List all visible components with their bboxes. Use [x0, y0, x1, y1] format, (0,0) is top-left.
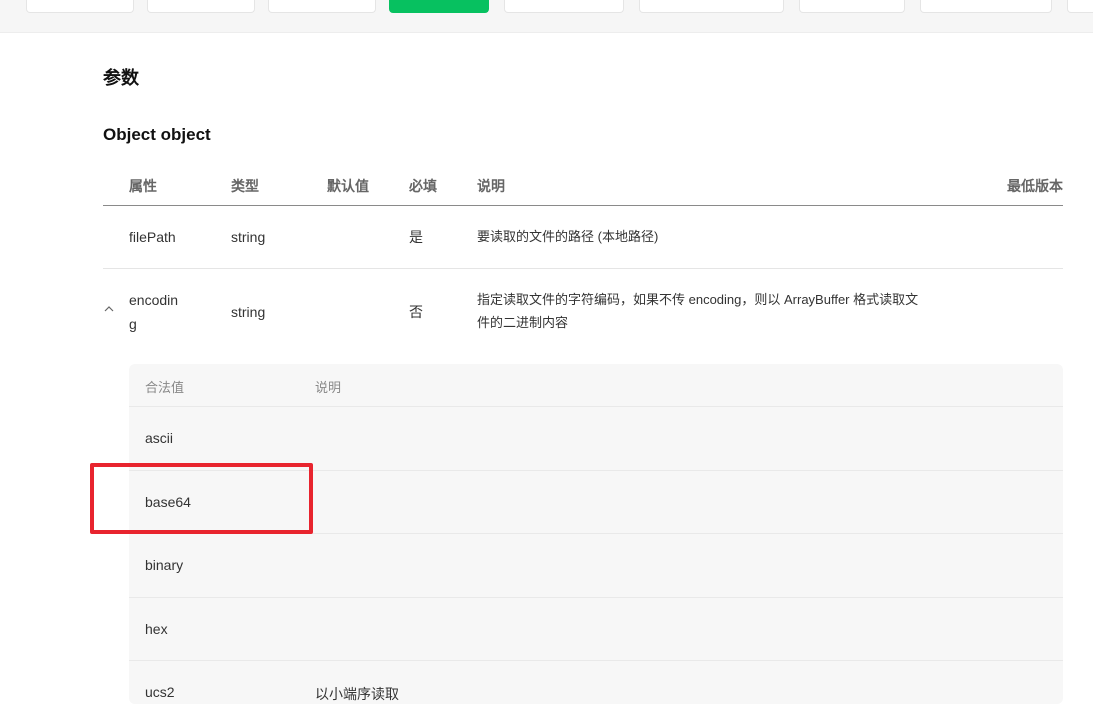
top-tab[interactable] [504, 0, 624, 13]
row-filepath-type: string [231, 229, 266, 245]
header-type: 类型 [231, 178, 259, 194]
row-encoding-property-line1[interactable]: encodin [129, 289, 178, 311]
enum-desc-ucs2: 以小端序读取 [315, 686, 399, 702]
section-title: 参数 [103, 68, 139, 88]
object-title: Object object [103, 125, 211, 144]
top-tab[interactable] [147, 0, 255, 13]
annotation-highlight-box [90, 463, 313, 534]
top-tab[interactable] [1067, 0, 1093, 13]
chevron-up-icon[interactable] [104, 304, 114, 314]
header-min-version: 最低版本 [1007, 178, 1063, 194]
top-tab[interactable] [920, 0, 1052, 13]
enum-value-hex: hex [145, 621, 168, 637]
enum-divider [129, 406, 1063, 407]
top-tab[interactable] [26, 0, 134, 13]
header-required: 必填 [409, 178, 437, 194]
top-tab[interactable] [268, 0, 376, 13]
top-tab-strip [0, 0, 1093, 33]
row-encoding-description-line1: 指定读取文件的字符编码，如果不传 encoding，则以 ArrayBuffer… [477, 292, 919, 307]
enum-divider [129, 597, 1063, 598]
top-tab-active[interactable] [389, 0, 489, 13]
row-encoding-required: 否 [409, 304, 423, 320]
top-tab[interactable] [799, 0, 905, 13]
row-encoding-property-line2[interactable]: g [129, 313, 137, 335]
header-default: 默认值 [327, 178, 369, 194]
row-filepath-description: 要读取的文件的路径 (本地路径) [477, 229, 659, 244]
row-encoding-type: string [231, 304, 266, 320]
row-filepath-property: filePath [129, 229, 176, 245]
enum-header-description: 说明 [315, 380, 342, 395]
enum-subtable [129, 364, 1063, 704]
row-filepath-required: 是 [409, 229, 423, 245]
enum-value-ucs2: ucs2 [145, 684, 175, 700]
row-encoding-description-line2: 件的二进制内容 [477, 315, 569, 330]
row-divider [103, 268, 1063, 269]
top-tab[interactable] [639, 0, 784, 13]
header-divider [103, 205, 1063, 206]
enum-header-value: 合法值 [145, 380, 185, 395]
enum-value-binary: binary [145, 557, 184, 573]
enum-value-ascii: ascii [145, 430, 174, 446]
header-property: 属性 [129, 178, 157, 194]
enum-divider [129, 660, 1063, 661]
header-description: 说明 [477, 178, 505, 194]
